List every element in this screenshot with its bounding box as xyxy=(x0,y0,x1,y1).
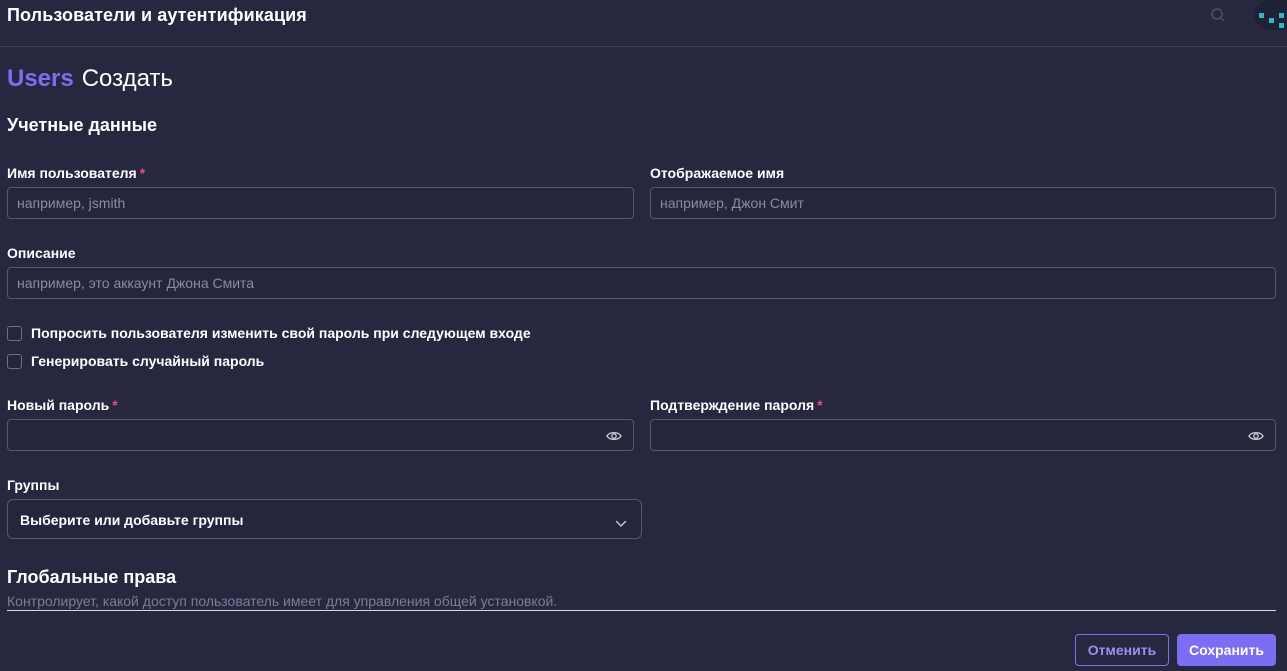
display-name-label: Отображаемое имя xyxy=(650,165,785,181)
breadcrumb-users-link[interactable]: Users xyxy=(7,65,74,92)
confirm-password-input[interactable] xyxy=(650,419,1276,451)
force-password-change-row[interactable]: Попросить пользователя изменить свой пар… xyxy=(7,324,531,342)
confirm-password-label-text: Подтверждение пароля xyxy=(650,397,815,413)
groups-select-value: Выберите или добавьте группы xyxy=(20,512,244,528)
avatar-pixel xyxy=(1269,18,1274,23)
groups-select[interactable]: Выберите или добавьте группы xyxy=(7,499,642,539)
app-title: Пользователи и аутентификация xyxy=(7,5,307,25)
required-marker: * xyxy=(817,397,823,413)
global-permissions-description: Контролирует, какой доступ пользователь … xyxy=(7,593,558,609)
search-icon[interactable] xyxy=(1209,6,1227,24)
username-label: Имя пользователя * xyxy=(7,165,145,181)
new-password-label: Новый пароль * xyxy=(7,397,118,413)
top-bar: Пользователи и аутентификация xyxy=(0,0,1287,47)
new-password-label-text: Новый пароль xyxy=(7,397,110,413)
description-label: Описание xyxy=(7,245,76,261)
display-name-input[interactable] xyxy=(650,187,1276,219)
save-button[interactable]: Сохранить xyxy=(1177,634,1276,666)
required-marker: * xyxy=(139,165,146,181)
global-permissions-title: Глобальные права xyxy=(7,567,177,587)
avatar-pixel xyxy=(1279,13,1284,18)
description-input[interactable] xyxy=(7,267,1276,299)
section-divider xyxy=(7,610,1276,611)
confirm-password-label: Подтверждение пароля * xyxy=(650,397,823,413)
generate-password-checkbox[interactable] xyxy=(7,353,22,369)
credentials-section-title: Учетные данные xyxy=(7,115,158,135)
page-heading: Users Создать xyxy=(7,64,173,94)
generate-password-row[interactable]: Генерировать случайный пароль xyxy=(7,352,264,370)
username-label-text: Имя пользователя xyxy=(7,165,137,181)
generate-password-label[interactable]: Генерировать случайный пароль xyxy=(31,353,264,369)
force-password-change-checkbox[interactable] xyxy=(7,325,22,341)
groups-label: Группы xyxy=(7,477,60,493)
cancel-button[interactable]: Отменить xyxy=(1075,634,1169,666)
page-title: Создать xyxy=(81,65,173,92)
required-marker: * xyxy=(112,397,118,413)
chevron-down-icon xyxy=(615,515,627,527)
avatar-pixel xyxy=(1279,23,1284,28)
eye-icon[interactable] xyxy=(1248,429,1264,441)
username-input[interactable] xyxy=(7,187,634,219)
force-password-change-label[interactable]: Попросить пользователя изменить свой пар… xyxy=(31,325,531,341)
avatar[interactable] xyxy=(1254,0,1287,30)
pixel-avatar-icon xyxy=(1259,13,1264,18)
eye-icon[interactable] xyxy=(606,429,622,441)
new-password-input[interactable] xyxy=(7,419,634,451)
